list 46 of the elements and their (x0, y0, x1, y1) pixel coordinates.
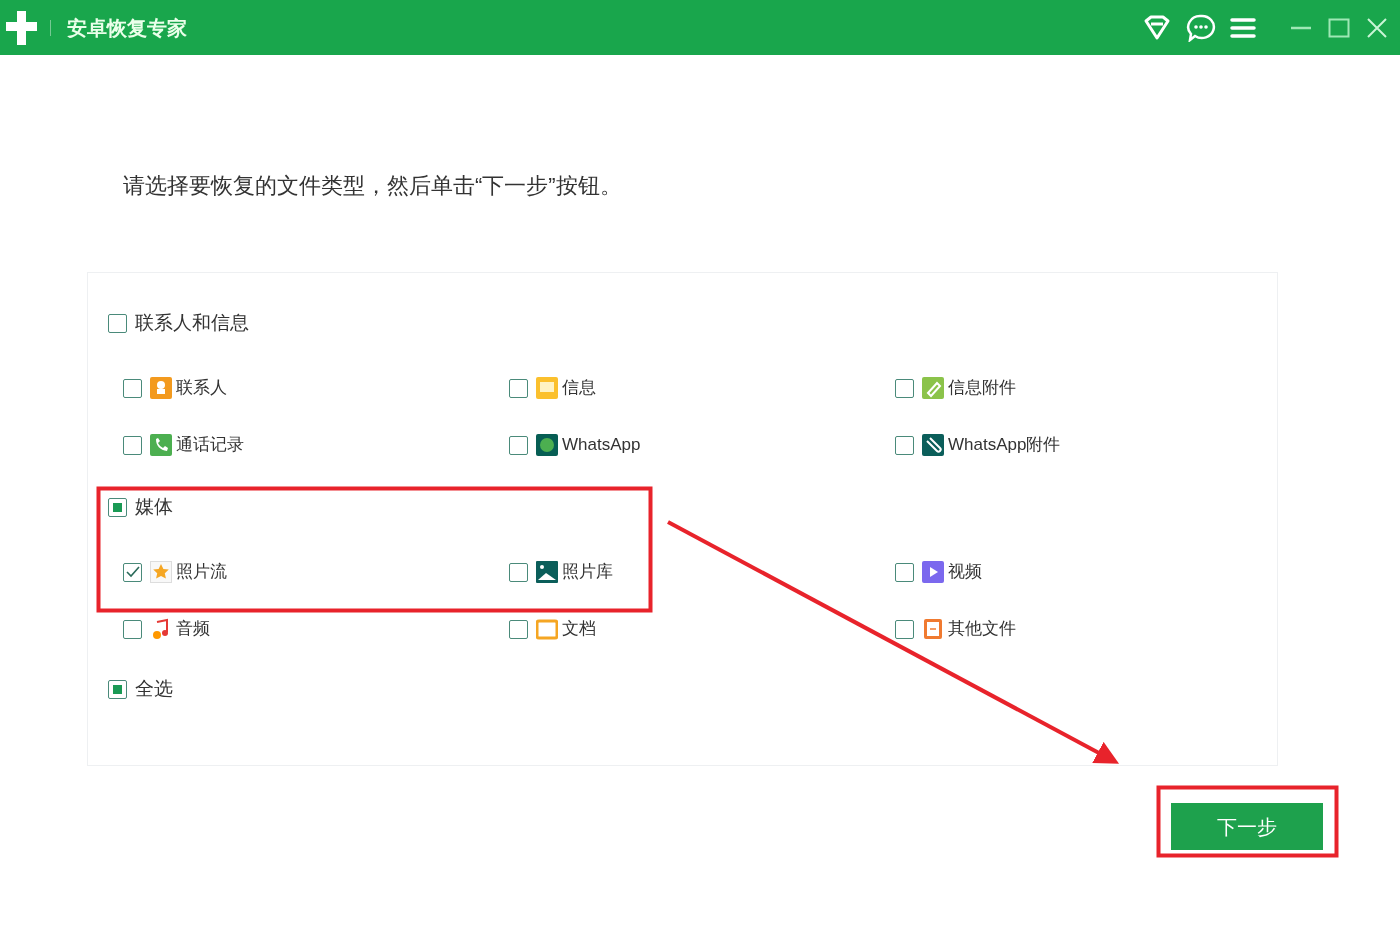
contact-icon (150, 377, 172, 399)
option-label: 媒体 (135, 494, 173, 519)
option-label: 音频 (176, 618, 210, 641)
paperclip-icon (922, 434, 944, 456)
checkbox[interactable] (123, 619, 142, 639)
document-icon (922, 618, 944, 640)
checkbox[interactable] (108, 313, 127, 333)
checkbox[interactable] (108, 679, 127, 699)
option-label: 全选 (135, 676, 173, 701)
menu-icon[interactable] (1230, 16, 1256, 39)
option-label: 其他文件 (948, 618, 1016, 641)
checkbox[interactable] (509, 619, 528, 639)
checkbox[interactable] (895, 562, 914, 582)
option-label: 视频 (948, 561, 982, 584)
checkbox[interactable] (895, 619, 914, 639)
phone-icon (150, 434, 172, 456)
checkbox[interactable] (108, 497, 127, 517)
checkbox[interactable] (509, 562, 528, 582)
message-icon (536, 377, 558, 399)
close-icon[interactable] (1366, 16, 1388, 39)
next-button[interactable]: 下一步 (1171, 803, 1323, 850)
checkbox[interactable] (895, 435, 914, 455)
image-icon (536, 561, 558, 583)
play-icon (922, 561, 944, 583)
plus-logo-icon (4, 8, 38, 47)
maximize-icon[interactable] (1328, 16, 1350, 39)
option-label: 通话记录 (176, 434, 244, 457)
option-label: 信息 (562, 377, 596, 400)
checkbox[interactable] (509, 435, 528, 455)
checkbox[interactable] (123, 435, 142, 455)
option-label: 信息附件 (948, 377, 1016, 400)
option-label: 联系人 (176, 377, 227, 400)
option-label: WhatsApp附件 (948, 434, 1061, 457)
diamond-icon[interactable] (1142, 14, 1172, 41)
option-label: 联系人和信息 (135, 310, 249, 335)
checkbox[interactable] (509, 378, 528, 398)
option-label: 照片流 (176, 561, 227, 584)
chat-icon[interactable] (1186, 13, 1216, 42)
option-label: WhatsApp (562, 434, 641, 457)
window-title: 安卓恢复专家 (67, 15, 187, 41)
option-label: 照片库 (562, 561, 613, 584)
instruction-text: 请选择要恢复的文件类型，然后单击“下一步”按钮。 (123, 172, 623, 200)
option-label: 文档 (562, 618, 596, 641)
checkbox[interactable] (123, 378, 142, 398)
checkbox[interactable] (895, 378, 914, 398)
checkbox[interactable] (123, 562, 142, 582)
